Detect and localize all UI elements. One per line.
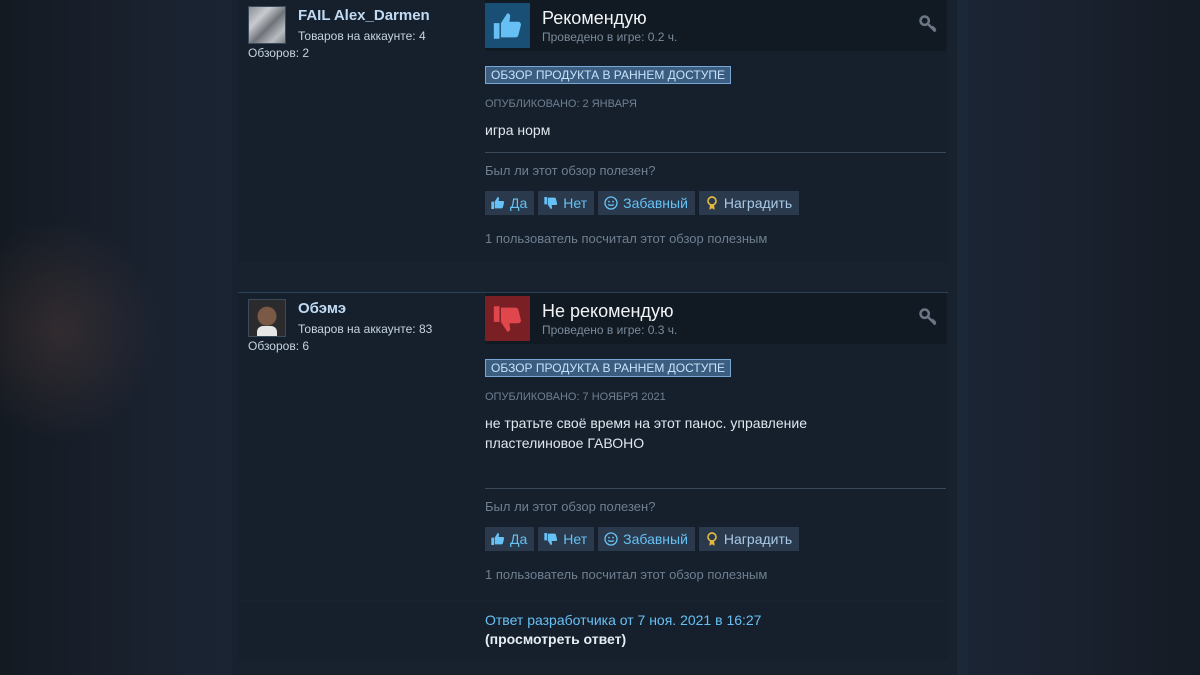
review-card: Обэмэ Товаров на аккаунте: 83 Обзоров: 6…: [238, 292, 948, 599]
award-button[interactable]: Наградить: [698, 527, 800, 551]
no-label: Нет: [563, 531, 588, 547]
hours-played: Проведено в игре: 0.2 ч.: [542, 30, 678, 44]
early-access-badge: Обзор продукта в раннем доступе: [485, 66, 731, 84]
yes-label: Да: [510, 531, 528, 547]
divider: [485, 152, 946, 153]
yes-button[interactable]: Да: [485, 191, 535, 215]
background-left: [0, 0, 232, 675]
funny-button[interactable]: Забавный: [598, 191, 695, 215]
smiley-icon: [604, 532, 618, 546]
helpful-count: 1 пользователь посчитал этот обзор полез…: [485, 567, 768, 582]
funny-label: Забавный: [623, 195, 688, 211]
vote-header[interactable]: Не рекомендую Проведено в игре: 0.3 ч.: [485, 293, 946, 344]
thumbs-down-icon: [544, 533, 558, 545]
background-right: [968, 0, 1200, 675]
thumbs-up-icon: [485, 3, 530, 48]
key-icon[interactable]: [918, 307, 938, 327]
funny-label: Забавный: [623, 531, 688, 547]
avatar[interactable]: [248, 6, 286, 44]
award-button[interactable]: Наградить: [698, 191, 800, 215]
posted-date: Опубликовано: 7 ноября 2021: [485, 391, 666, 403]
thumbs-up-icon: [491, 197, 505, 209]
verdict-title: Рекомендую: [542, 8, 647, 28]
key-icon[interactable]: [918, 14, 938, 34]
thumbs-down-icon: [544, 197, 558, 209]
smiley-icon: [604, 196, 618, 210]
award-icon: [707, 196, 717, 210]
author-name[interactable]: FAIL Alex_Darmen: [298, 7, 430, 24]
author-name[interactable]: Обэмэ: [298, 300, 346, 317]
author-reviews-count[interactable]: Обзоров: 6: [248, 339, 309, 353]
review-content: игра норм: [485, 122, 551, 138]
hours-played: Проведено в игре: 0.3 ч.: [542, 323, 678, 337]
no-button[interactable]: Нет: [538, 527, 595, 551]
award-icon: [707, 532, 717, 546]
author-reviews-count[interactable]: Обзоров: 2: [248, 46, 309, 60]
helpful-question: Был ли этот обзор полезен?: [485, 163, 656, 178]
vote-buttons: Да Нет Забавный Наградить: [485, 527, 800, 551]
review-content: не тратьте своё время на этот панос. упр…: [485, 415, 807, 451]
view-response-link[interactable]: (просмотреть ответ): [485, 631, 626, 647]
author-products[interactable]: Товаров на аккаунте: 83: [298, 322, 432, 336]
no-label: Нет: [563, 195, 588, 211]
divider: [485, 488, 946, 489]
no-button[interactable]: Нет: [538, 191, 595, 215]
review-card: FAIL Alex_Darmen Товаров на аккаунте: 4 …: [238, 0, 948, 262]
award-label: Наградить: [723, 195, 793, 211]
thumbs-up-icon: [491, 533, 505, 545]
helpful-count: 1 пользователь посчитал этот обзор полез…: [485, 231, 768, 246]
early-access-badge: Обзор продукта в раннем доступе: [485, 359, 731, 377]
thumbs-down-icon: [485, 296, 530, 341]
developer-response: Ответ разработчика от 7 ноя. 2021 в 16:2…: [238, 602, 948, 660]
helpful-question: Был ли этот обзор полезен?: [485, 499, 656, 514]
author-products[interactable]: Товаров на аккаунте: 4: [298, 29, 426, 43]
verdict-title: Не рекомендую: [542, 301, 674, 321]
award-label: Наградить: [723, 531, 793, 547]
posted-date: Опубликовано: 2 января: [485, 98, 637, 110]
yes-label: Да: [510, 195, 528, 211]
vote-buttons: Да Нет Забавный Наградить: [485, 191, 800, 215]
developer-response-link[interactable]: Ответ разработчика от 7 ноя. 2021 в 16:2…: [485, 612, 761, 628]
funny-button[interactable]: Забавный: [598, 527, 695, 551]
vote-header[interactable]: Рекомендую Проведено в игре: 0.2 ч.: [485, 0, 946, 51]
avatar[interactable]: [248, 299, 286, 337]
yes-button[interactable]: Да: [485, 527, 535, 551]
